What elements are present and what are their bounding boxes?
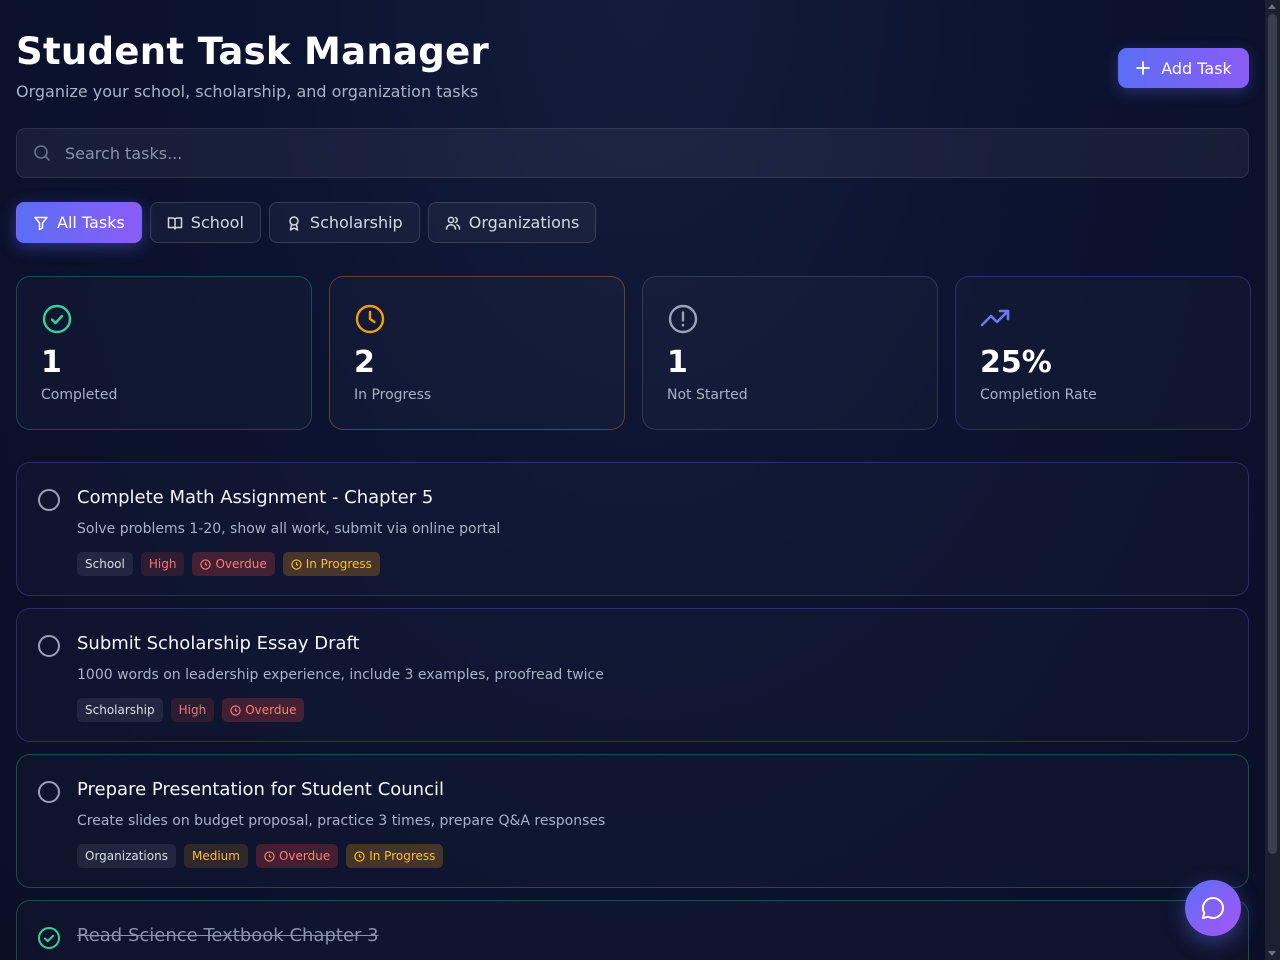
scroll-up-arrow[interactable] [1268,4,1276,9]
category-tag: Organizations [77,844,176,868]
task-description: 1000 words on leadership experience, inc… [77,667,604,683]
stat-label: Not Started [667,387,748,403]
scroll-down-arrow[interactable] [1268,951,1276,956]
filter-label: School [190,213,244,232]
stat-card-in-progress: 2 In Progress [329,276,625,430]
filter-organizations[interactable]: Organizations [427,202,597,243]
scrollbar[interactable] [1265,0,1280,960]
task-checkbox[interactable] [38,489,60,511]
overdue-tag: Overdue [222,698,305,722]
task-tags: School High Overdue In Progress [77,552,380,576]
page-subtitle: Organize your school, scholarship, and o… [16,82,479,101]
task-tags: Organizations Medium Overdue In Progress [77,844,444,868]
award-icon [289,215,299,231]
check-circle-icon [42,304,72,334]
stat-label: Completion Rate [980,387,1097,403]
task-card[interactable]: Read Science Textbook Chapter 3 [16,900,1249,960]
category-tag: School [77,552,133,576]
plus-icon [1136,61,1151,75]
overdue-label: Overdue [245,703,297,717]
app: Student Task Manager Organize your schoo… [16,0,1251,960]
stat-value: 1 [41,345,62,380]
stat-value: 1 [667,345,688,380]
task-card[interactable]: Submit Scholarship Essay Draft 1000 word… [16,608,1249,742]
task-tags: Scholarship High Overdue [77,698,305,722]
clock-icon [291,558,302,570]
stat-value: 2 [354,345,375,380]
alert-circle-icon [668,304,698,334]
add-task-label: Add Task [1161,58,1232,78]
search-input[interactable] [65,143,1165,163]
stat-label: In Progress [354,387,432,403]
check-circle-icon[interactable] [37,926,61,950]
task-title: Prepare Presentation for Student Council [77,779,444,800]
filter-scholarship[interactable]: Scholarship [268,202,420,243]
category-filters: All Tasks School Scholarship Organizatio… [16,202,597,243]
search-icon [34,145,50,161]
scrollbar-thumb[interactable] [1268,14,1277,854]
overdue-label: Overdue [215,557,267,571]
filter-school[interactable]: School [149,202,261,243]
task-title: Complete Math Assignment - Chapter 5 [77,487,434,508]
clock-icon [200,558,212,570]
task-card[interactable]: Prepare Presentation for Student Council… [16,754,1249,888]
filter-icon [34,216,48,230]
search-bar [16,128,1249,178]
task-checkbox[interactable] [38,781,60,803]
add-task-button[interactable]: Add Task [1118,48,1249,88]
trending-up-icon [980,309,1010,327]
task-checkbox[interactable] [38,635,60,657]
overdue-label: Overdue [278,849,331,863]
priority-tag: Medium [183,844,248,868]
stats-row: 1 Completed 2 In Progress 1 Not Started … [16,276,1251,430]
task-description: Create slides on budget proposal, practi… [77,813,606,829]
priority-tag: High [140,552,185,576]
stat-card-completion-rate: 25% Completion Rate [955,276,1251,430]
clock-icon [354,850,365,862]
clock-icon [355,304,385,334]
page-title: Student Task Manager [16,30,490,73]
status-label: In Progress [305,557,372,571]
overdue-tag: Overdue [192,552,275,576]
users-icon [445,216,460,230]
stat-value: 25% [980,345,1052,380]
filter-label: Organizations [468,213,580,232]
clock-icon [264,850,275,862]
status-label: In Progress [369,849,436,863]
stat-card-completed: 1 Completed [16,276,312,430]
task-title: Submit Scholarship Essay Draft [77,633,360,654]
stat-label: Completed [41,387,118,403]
task-title: Read Science Textbook Chapter 3 [77,925,379,946]
chat-button[interactable] [1185,880,1241,936]
clock-icon [230,704,241,716]
header: Student Task Manager Organize your schoo… [16,0,1249,128]
priority-tag: High [170,698,215,722]
book-icon [167,216,183,230]
filter-label: Scholarship [309,213,403,232]
stat-card-not-started: 1 Not Started [642,276,938,430]
overdue-tag: Overdue [255,844,339,868]
category-tag: Scholarship [77,698,163,722]
filter-all-tasks[interactable]: All Tasks [16,202,142,243]
filter-label: All Tasks [57,213,125,232]
status-tag: In Progress [346,844,444,868]
message-circle-icon [1201,896,1224,919]
task-description: Solve problems 1-20, show all work, subm… [77,521,501,537]
status-tag: In Progress [282,552,380,576]
task-card[interactable]: Complete Math Assignment - Chapter 5 Sol… [16,462,1249,596]
